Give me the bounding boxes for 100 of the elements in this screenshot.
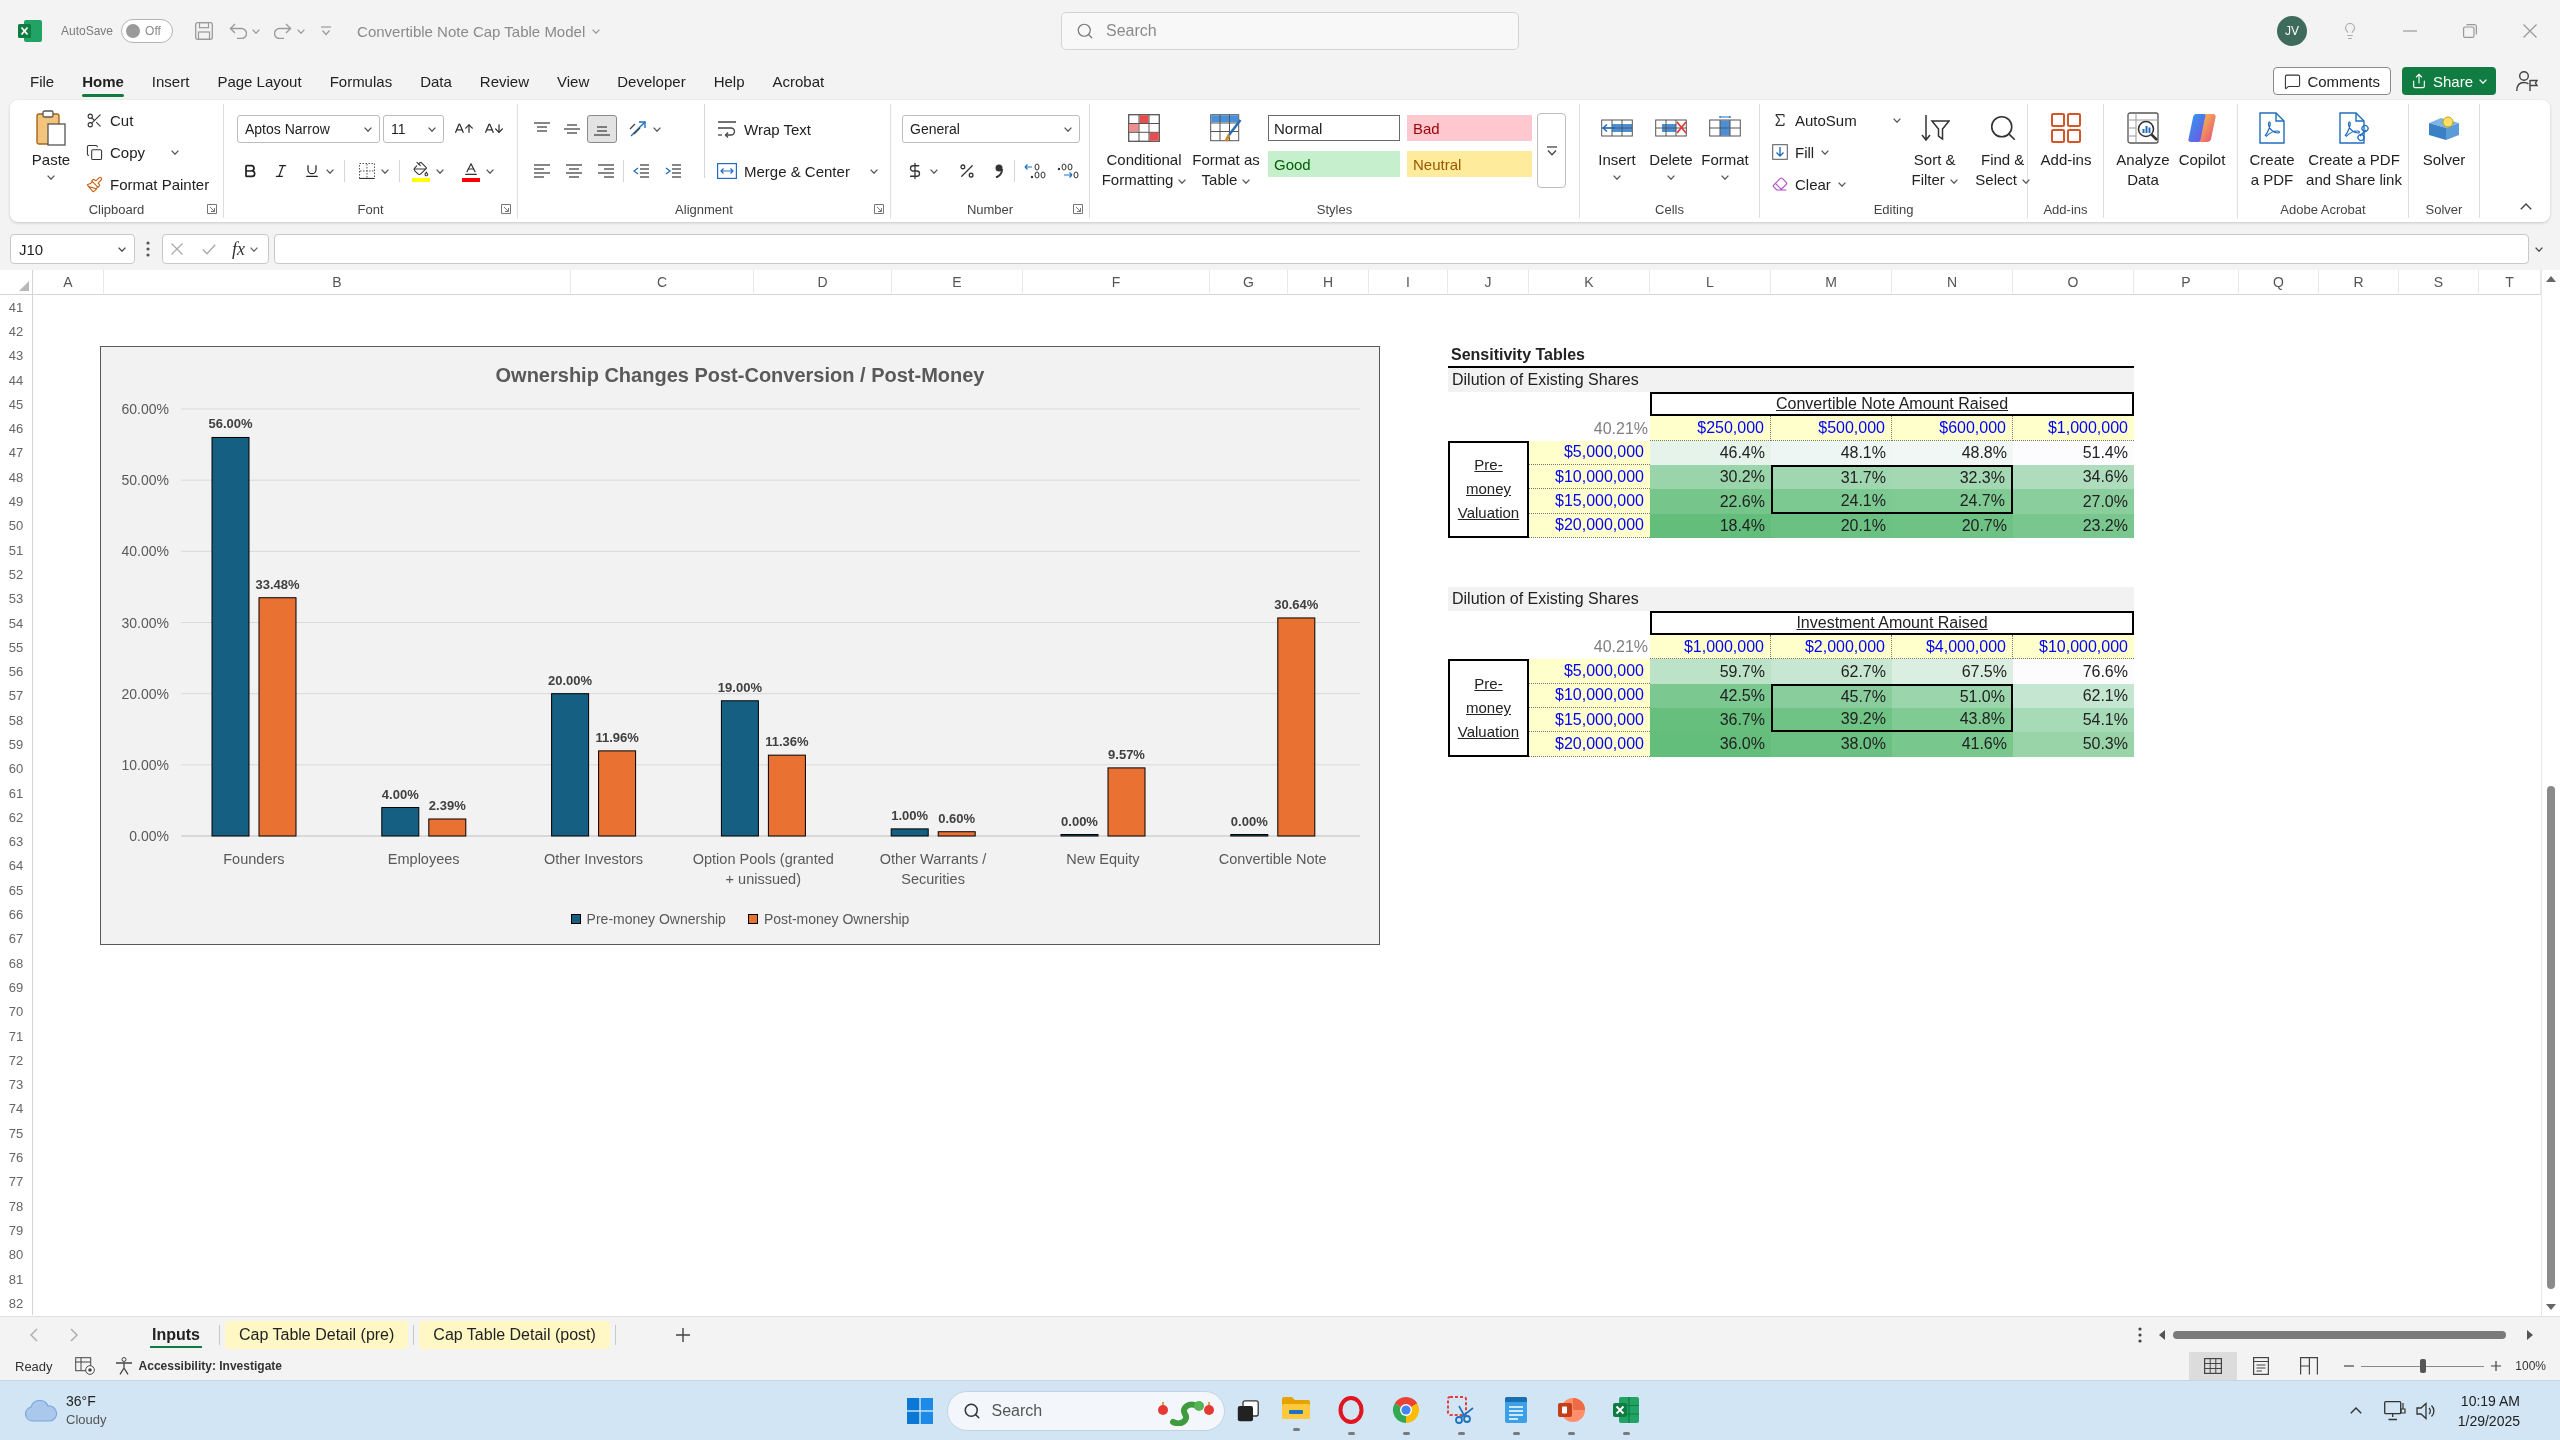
task-view-icon[interactable] — [1236, 1399, 1259, 1422]
sheet-tab[interactable]: Cap Table Detail (post) — [419, 1320, 610, 1349]
cancel-icon[interactable] — [171, 243, 183, 255]
column-heading[interactable]: L — [1650, 270, 1771, 295]
row-number[interactable]: 68 — [0, 951, 33, 976]
autosave-toggle[interactable]: Off — [121, 19, 174, 43]
align-right-icon[interactable] — [598, 164, 614, 178]
row-number[interactable]: 73 — [0, 1072, 33, 1097]
dialog-launcher-icon[interactable] — [501, 204, 511, 214]
row-number[interactable]: 63 — [0, 829, 33, 854]
close-icon[interactable] — [2523, 24, 2537, 38]
menu-tab[interactable]: Data — [406, 62, 466, 100]
comma-style-icon[interactable] — [994, 164, 1004, 178]
scroll-left-icon[interactable] — [2159, 1329, 2165, 1340]
more-options-icon[interactable] — [146, 241, 150, 257]
scroll-down-icon[interactable] — [2546, 1304, 2556, 1310]
menu-tab[interactable]: Review — [465, 62, 543, 100]
font-color-icon[interactable] — [462, 160, 480, 182]
ring-icon[interactable] — [1338, 1395, 1364, 1424]
text-angle-icon[interactable] — [629, 120, 649, 138]
browser-icon[interactable] — [1392, 1395, 1420, 1424]
column-heading[interactable]: H — [1288, 270, 1369, 295]
row-number[interactable]: 65 — [0, 878, 33, 903]
menu-tab[interactable]: Formulas — [315, 62, 407, 100]
column-heading[interactable]: G — [1210, 270, 1288, 295]
fill-button[interactable]: Fill — [1768, 136, 1905, 168]
scroll-right-icon[interactable] — [2527, 1329, 2533, 1340]
presentation-app-icon[interactable] — [1557, 1395, 1585, 1424]
copy-button[interactable]: Copy — [82, 136, 214, 168]
row-number[interactable]: 58 — [0, 708, 33, 733]
undo-icon[interactable] — [229, 23, 248, 39]
underline-icon[interactable] — [304, 163, 320, 179]
row-number[interactable]: 69 — [0, 975, 33, 1000]
italic-icon[interactable] — [273, 163, 289, 179]
cell-style-tile[interactable]: Bad — [1407, 115, 1532, 141]
row-number[interactable]: 67 — [0, 926, 33, 951]
row-number[interactable]: 52 — [0, 562, 33, 587]
scrollbar-thumb[interactable] — [2547, 786, 2555, 1289]
row-number[interactable]: 72 — [0, 1048, 33, 1073]
menu-tab[interactable]: Insert — [137, 62, 204, 100]
slider-thumb[interactable] — [2419, 1359, 2426, 1373]
sheet-tab[interactable]: Inputs — [138, 1320, 214, 1349]
accessibility-button[interactable]: Accessibility: Investigate — [114, 1357, 282, 1375]
column-heading[interactable]: P — [2134, 270, 2239, 295]
row-number[interactable]: 53 — [0, 586, 33, 611]
row-number[interactable]: 59 — [0, 732, 33, 757]
dialog-launcher-icon[interactable] — [207, 204, 217, 214]
vertical-align-button[interactable] — [587, 115, 617, 143]
row-number[interactable]: 74 — [0, 1096, 33, 1122]
number-format-dropdown[interactable]: General — [902, 115, 1080, 143]
align-center-icon[interactable] — [566, 164, 582, 178]
row-number[interactable]: 64 — [0, 853, 33, 879]
decrease-indent-icon[interactable] — [633, 164, 649, 178]
person-icon[interactable] — [2516, 70, 2538, 92]
save-icon[interactable] — [195, 22, 214, 40]
add-sheet-icon[interactable] — [675, 1327, 690, 1342]
scroll-up-icon[interactable] — [2546, 276, 2556, 282]
increase-indent-icon[interactable] — [665, 164, 681, 178]
row-number[interactable]: 61 — [0, 780, 33, 806]
row-number[interactable]: 71 — [0, 1023, 33, 1049]
network-icon[interactable] — [2383, 1400, 2406, 1421]
row-number[interactable]: 75 — [0, 1121, 33, 1146]
insert-function-button[interactable]: fx — [232, 238, 258, 260]
cell-style-tile[interactable]: Neutral — [1407, 151, 1532, 177]
zoom-in-icon[interactable] — [2491, 1361, 2502, 1371]
column-heading[interactable]: D — [754, 270, 892, 295]
menu-tab[interactable]: Developer — [603, 62, 700, 100]
create-pdf-share-link-button[interactable]: Create a PDF and Share link — [2300, 104, 2408, 190]
add-ins-button[interactable]: Add-ins — [2031, 104, 2101, 170]
dialog-launcher-icon[interactable] — [874, 204, 884, 214]
row-number[interactable]: 47 — [0, 440, 33, 466]
collapse-ribbon-icon[interactable] — [2520, 203, 2532, 210]
column-heading[interactable]: O — [2013, 270, 2134, 295]
percent-icon[interactable] — [958, 162, 976, 180]
find-select-button[interactable]: Find & Select — [1974, 104, 2031, 190]
sort-filter-button[interactable]: Sort & Filter — [1904, 104, 1965, 190]
format-painter-button[interactable]: Format Painter — [82, 168, 214, 200]
font-name-dropdown[interactable]: Aptos Narrow — [237, 115, 380, 143]
row-number[interactable]: 50 — [0, 513, 33, 538]
row-number[interactable]: 49 — [0, 489, 33, 514]
column-heading[interactable]: I — [1369, 270, 1448, 295]
notepad-icon[interactable] — [1504, 1395, 1528, 1424]
column-heading[interactable]: F — [1023, 270, 1210, 295]
row-number[interactable]: 45 — [0, 392, 33, 417]
column-heading[interactable]: A — [33, 270, 104, 295]
row-number[interactable]: 77 — [0, 1169, 33, 1194]
menu-tab[interactable]: View — [543, 62, 604, 100]
row-number[interactable]: 43 — [0, 343, 33, 368]
share-button[interactable]: Share — [2401, 67, 2496, 95]
row-number[interactable]: 79 — [0, 1218, 33, 1243]
row-number[interactable]: 62 — [0, 805, 33, 830]
cut-button[interactable]: Cut — [82, 104, 214, 136]
row-number[interactable]: 56 — [0, 659, 33, 684]
column-heading[interactable]: J — [1448, 270, 1529, 295]
format-as-table-button[interactable]: Format as Table — [1188, 104, 1264, 190]
wrap-text-button[interactable]: Wrap Text — [713, 113, 815, 145]
row-number[interactable]: 76 — [0, 1145, 33, 1170]
increase-decimal-icon[interactable] — [1024, 163, 1046, 179]
paste-button[interactable]: Paste — [24, 104, 78, 184]
folder-icon[interactable] — [1281, 1395, 1311, 1420]
